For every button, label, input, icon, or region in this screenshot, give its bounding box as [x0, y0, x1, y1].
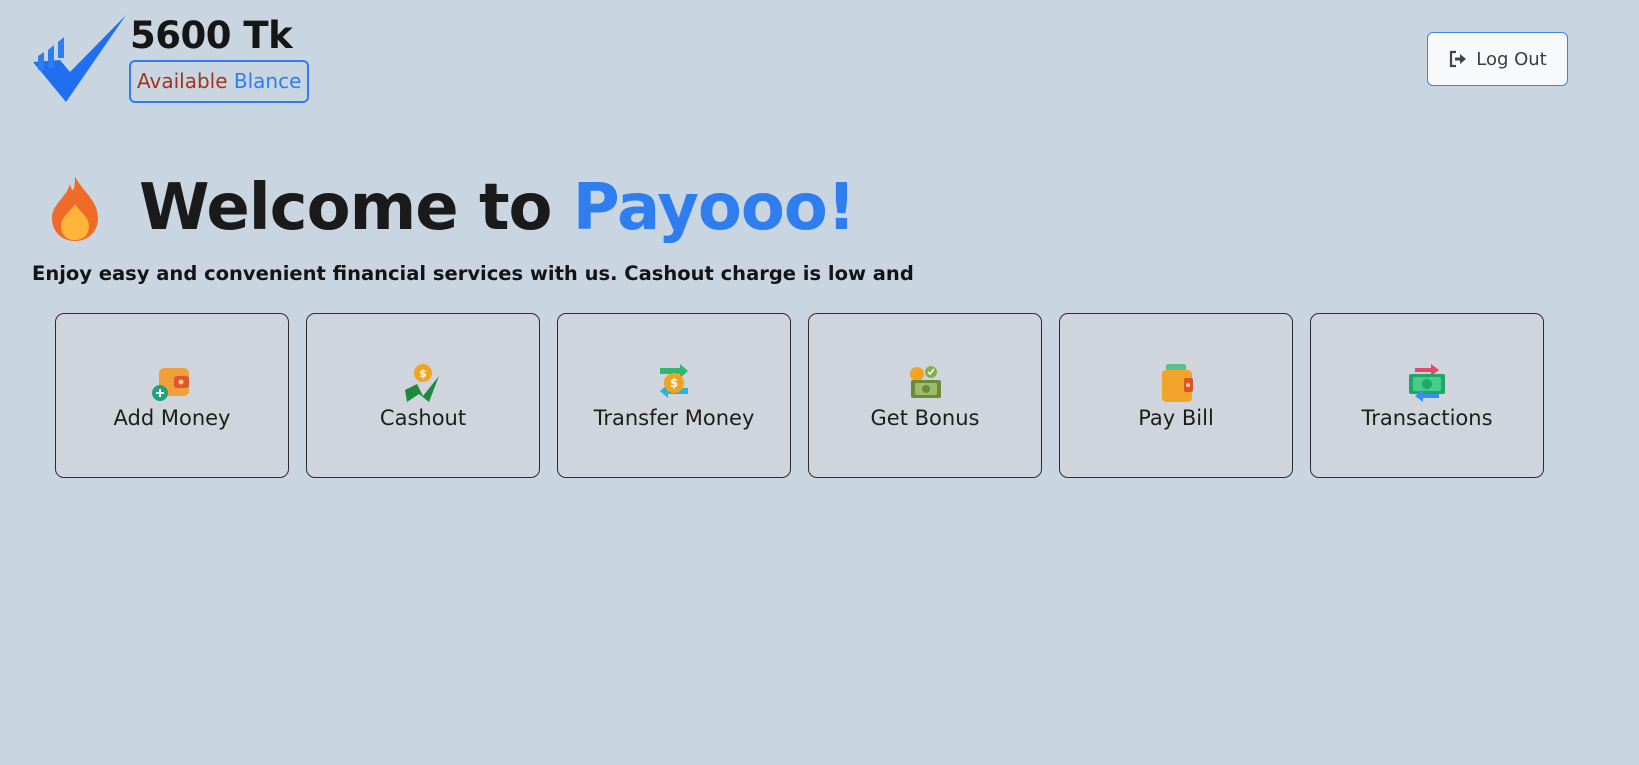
- card-label: Transfer Money: [593, 405, 755, 430]
- transactions-card[interactable]: Transactions: [1310, 313, 1544, 478]
- bonus-cash-icon: [910, 365, 941, 398]
- checkmark-logo-icon: [33, 15, 126, 102]
- transactions-banknote-icon: [1409, 363, 1445, 402]
- page-title: Welcome to Payooo!: [139, 168, 856, 248]
- title-text: Welcome to: [139, 171, 552, 245]
- svg-text:$: $: [419, 367, 427, 380]
- logout-button[interactable]: Log Out: [1427, 32, 1568, 86]
- cashout-card[interactable]: $ Cashout: [306, 313, 540, 478]
- svg-text:$: $: [670, 376, 678, 390]
- logout-icon: [1450, 50, 1467, 68]
- wallet-plus-icon: [152, 367, 189, 401]
- get-bonus-card[interactable]: Get Bonus: [808, 313, 1042, 478]
- available-balance-badge: Available Blance: [129, 60, 310, 103]
- logout-label: Log Out: [1476, 48, 1547, 70]
- pay-bill-card[interactable]: Pay Bill: [1059, 313, 1293, 478]
- tagline: Enjoy easy and convenient financial serv…: [32, 262, 914, 285]
- card-label: Transactions: [1361, 405, 1493, 430]
- balance-label: Blance: [233, 69, 302, 93]
- brand-name: Payooo!: [572, 171, 856, 245]
- add-money-card[interactable]: Add Money: [55, 313, 289, 478]
- cashout-coin-icon: $: [405, 363, 439, 402]
- transfer-money-card[interactable]: $ Transfer Money: [557, 313, 791, 478]
- wallet-bill-icon: [1162, 363, 1193, 402]
- fire-icon: [52, 176, 98, 241]
- balance-amount: 5600 Tk: [130, 14, 293, 57]
- card-label: Get Bonus: [870, 405, 980, 430]
- action-cards: Add Money $ Cashout $ Transfer Money Get…: [55, 313, 1544, 478]
- available-label: Available: [137, 69, 228, 93]
- card-label: Cashout: [379, 405, 467, 430]
- card-label: Add Money: [113, 405, 231, 430]
- transfer-coin-icon: $: [660, 363, 688, 398]
- card-label: Pay Bill: [1138, 405, 1214, 430]
